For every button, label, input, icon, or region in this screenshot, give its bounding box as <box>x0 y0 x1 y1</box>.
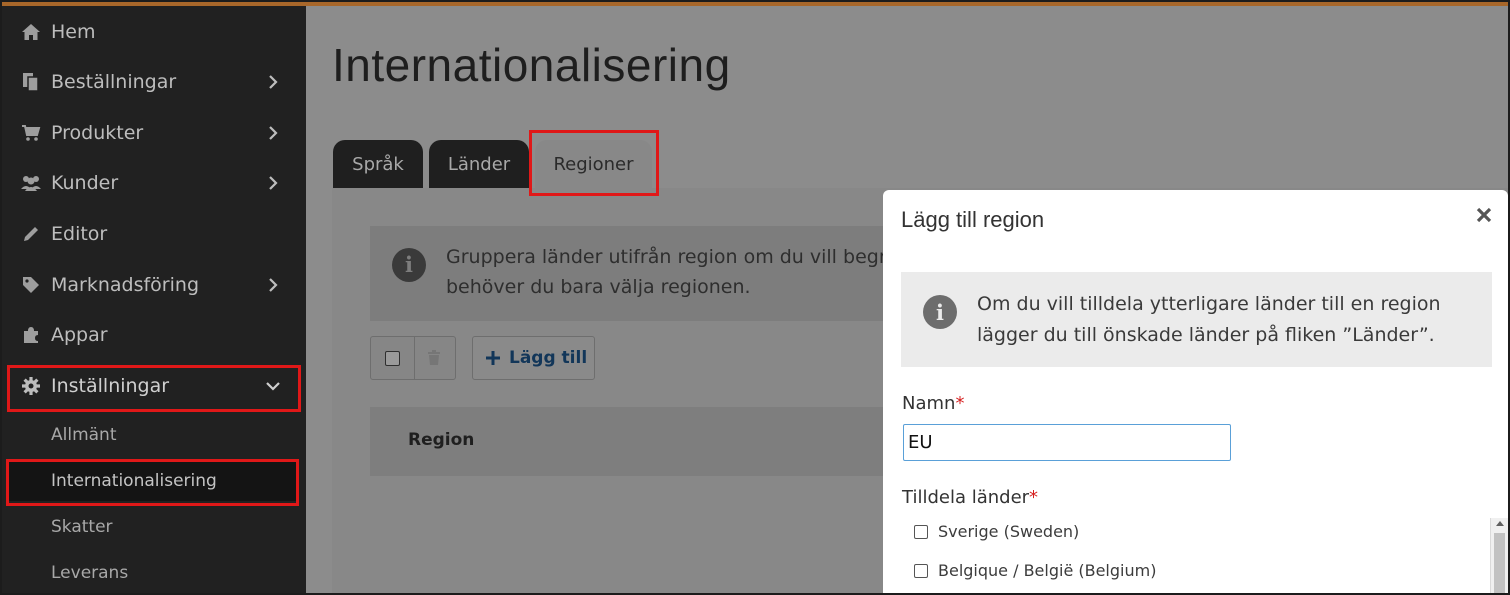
sidebar-item-label: Kunder <box>51 172 119 194</box>
info-icon: i <box>923 295 957 329</box>
sidebar-subitem-label: Allmänt <box>51 425 117 445</box>
scroll-up-arrow-icon[interactable] <box>1496 521 1504 526</box>
chevron-right-icon <box>269 176 278 190</box>
sidebar-subitem-internationalisering[interactable]: Internationalisering <box>8 461 298 501</box>
countries-label-text: Tilldela länder <box>902 487 1030 508</box>
add-region-modal: Lägg till region i Om du vill tilldela y… <box>883 190 1508 593</box>
sidebar-item-label: Beställningar <box>51 71 177 93</box>
sidebar-item-produkter[interactable]: Produkter <box>2 111 306 155</box>
sidebar-item-installningar[interactable]: Inställningar <box>2 364 306 408</box>
sidebar-item-marknadsforing[interactable]: Marknadsföring <box>2 263 306 307</box>
required-mark: * <box>955 393 965 414</box>
close-icon[interactable] <box>1473 204 1495 226</box>
chevron-right-icon <box>269 278 278 292</box>
sidebar-item-kunder[interactable]: Kunder <box>2 161 306 205</box>
page-title: Internationalisering <box>332 39 731 91</box>
tab-regioner[interactable]: Regioner <box>535 140 652 188</box>
sidebar-subitem-label: Internationalisering <box>51 471 217 491</box>
bulk-action-group <box>370 336 456 380</box>
info-text-line-1: Gruppera länder utifrån region om du vil… <box>446 246 899 268</box>
sidebar-subitem-leverans[interactable]: Leverans <box>2 553 306 593</box>
countries-scrollbar[interactable] <box>1490 518 1508 593</box>
add-region-button[interactable]: Lägg till <box>472 336 595 380</box>
pencil-icon <box>20 223 42 245</box>
orders-icon <box>20 71 42 93</box>
sidebar-item-appar[interactable]: Appar <box>2 313 306 357</box>
info-text: Gruppera länder utifrån region om du vil… <box>446 242 930 302</box>
name-label-text: Namn <box>902 393 956 414</box>
country-label: Sverige (Sweden) <box>938 522 1080 541</box>
sidebar-subitem-label: Leverans <box>51 563 129 583</box>
sidebar-item-editor[interactable]: Editor <box>2 212 306 256</box>
sidebar-item-hem[interactable]: Hem <box>2 10 306 54</box>
divider <box>414 337 415 379</box>
modal-title: Lägg till region <box>901 207 1045 232</box>
tab-lander[interactable]: Länder <box>429 140 529 188</box>
modal-info-line-2: lägger du till önskade länder på fliken … <box>977 324 1435 346</box>
required-mark: * <box>1029 487 1039 508</box>
country-checkbox[interactable] <box>914 524 928 539</box>
sidebar-item-label: Marknadsföring <box>51 274 200 296</box>
sidebar-subitem-allmant[interactable]: Allmänt <box>2 415 306 455</box>
home-icon <box>20 21 42 43</box>
country-option[interactable]: Sverige (Sweden) <box>914 522 1079 541</box>
countries-label: Tilldela länder* <box>902 487 1038 508</box>
modal-info-line-1: Om du vill tilldela ytterligare länder t… <box>977 293 1441 315</box>
country-label: Belgique / België (Belgium) <box>938 561 1157 580</box>
table-header: Region <box>370 407 930 476</box>
modal-info-alert: i Om du vill tilldela ytterligare länder… <box>901 272 1492 367</box>
sidebar: Hem Beställningar Produkter Kunder Edito… <box>2 4 306 593</box>
sidebar-item-label: Inställningar <box>51 375 170 397</box>
sidebar-item-bestallningar[interactable]: Beställningar <box>2 60 306 104</box>
sidebar-item-label: Editor <box>51 223 108 245</box>
tag-icon <box>20 274 42 296</box>
puzzle-icon <box>20 324 42 346</box>
info-alert: i Gruppera länder utifrån region om du v… <box>370 226 930 321</box>
trash-icon[interactable] <box>427 350 441 370</box>
sidebar-item-label: Appar <box>51 324 108 346</box>
users-icon <box>20 172 42 194</box>
plus-icon <box>486 351 500 365</box>
name-input[interactable] <box>903 424 1231 461</box>
modal-info-text: Om du vill tilldela ytterligare länder t… <box>977 289 1441 351</box>
select-all-checkbox[interactable] <box>385 351 400 366</box>
top-accent-line <box>2 2 1508 6</box>
tab-label: Länder <box>447 153 511 175</box>
info-text-line-2: behöver du bara välja regionen. <box>446 276 751 298</box>
gear-icon <box>20 375 42 397</box>
sidebar-subitem-label: Skatter <box>51 517 113 537</box>
column-header-region[interactable]: Region <box>408 430 474 450</box>
cart-icon <box>20 122 42 144</box>
country-option[interactable]: Belgique / België (Belgium) <box>914 561 1156 580</box>
tab-sprak[interactable]: Språk <box>333 140 423 188</box>
chevron-down-icon <box>266 382 280 391</box>
country-checkbox[interactable] <box>914 563 928 578</box>
app-window: Hem Beställningar Produkter Kunder Edito… <box>0 0 1510 595</box>
chevron-right-icon <box>269 126 278 140</box>
tab-label: Språk <box>352 153 404 175</box>
name-label: Namn* <box>902 393 964 414</box>
tab-label: Regioner <box>553 153 634 175</box>
info-icon: i <box>392 248 426 282</box>
chevron-right-icon <box>269 75 278 89</box>
sidebar-item-label: Hem <box>51 21 96 43</box>
sidebar-subitem-skatter[interactable]: Skatter <box>2 507 306 547</box>
scrollbar-thumb[interactable] <box>1494 533 1505 593</box>
add-button-label: Lägg till <box>509 348 588 368</box>
sidebar-item-label: Produkter <box>51 122 144 144</box>
